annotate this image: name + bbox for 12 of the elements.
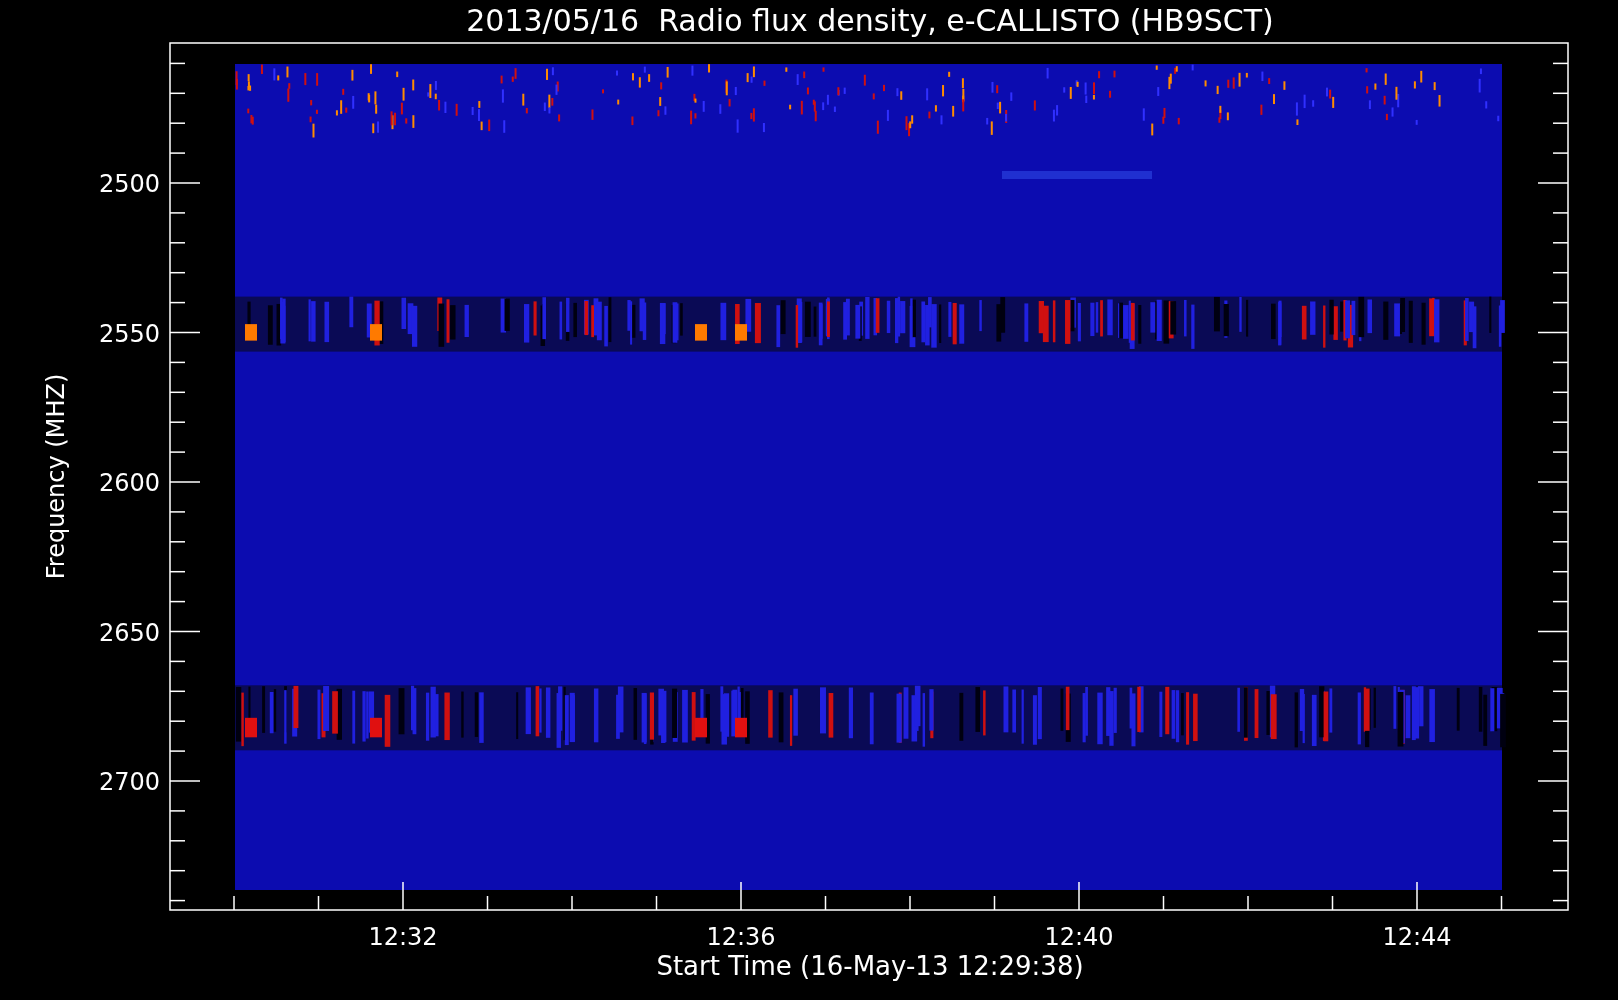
x-tick-label: 12:40: [1044, 923, 1114, 951]
x-axis-label: Start Time (16-May-13 12:29:38): [656, 951, 1084, 981]
y-axis-label: Frequency (MHZ): [42, 373, 70, 580]
y-tick-label: 2650: [98, 618, 160, 647]
x-tick-label: 12:44: [1382, 923, 1452, 951]
y-tick-label: 2600: [98, 469, 160, 497]
y-tick-label: 2700: [98, 768, 160, 796]
y-tick-label: 2550: [98, 319, 160, 348]
chart-title: 2013/05/16 Radio flux density, e-CALLISTO (HB9SCT): [466, 3, 1274, 38]
x-tick-label: 12:32: [368, 923, 438, 951]
y-tick-label: 2500: [98, 170, 160, 198]
x-tick-label: 12:36: [706, 923, 776, 951]
